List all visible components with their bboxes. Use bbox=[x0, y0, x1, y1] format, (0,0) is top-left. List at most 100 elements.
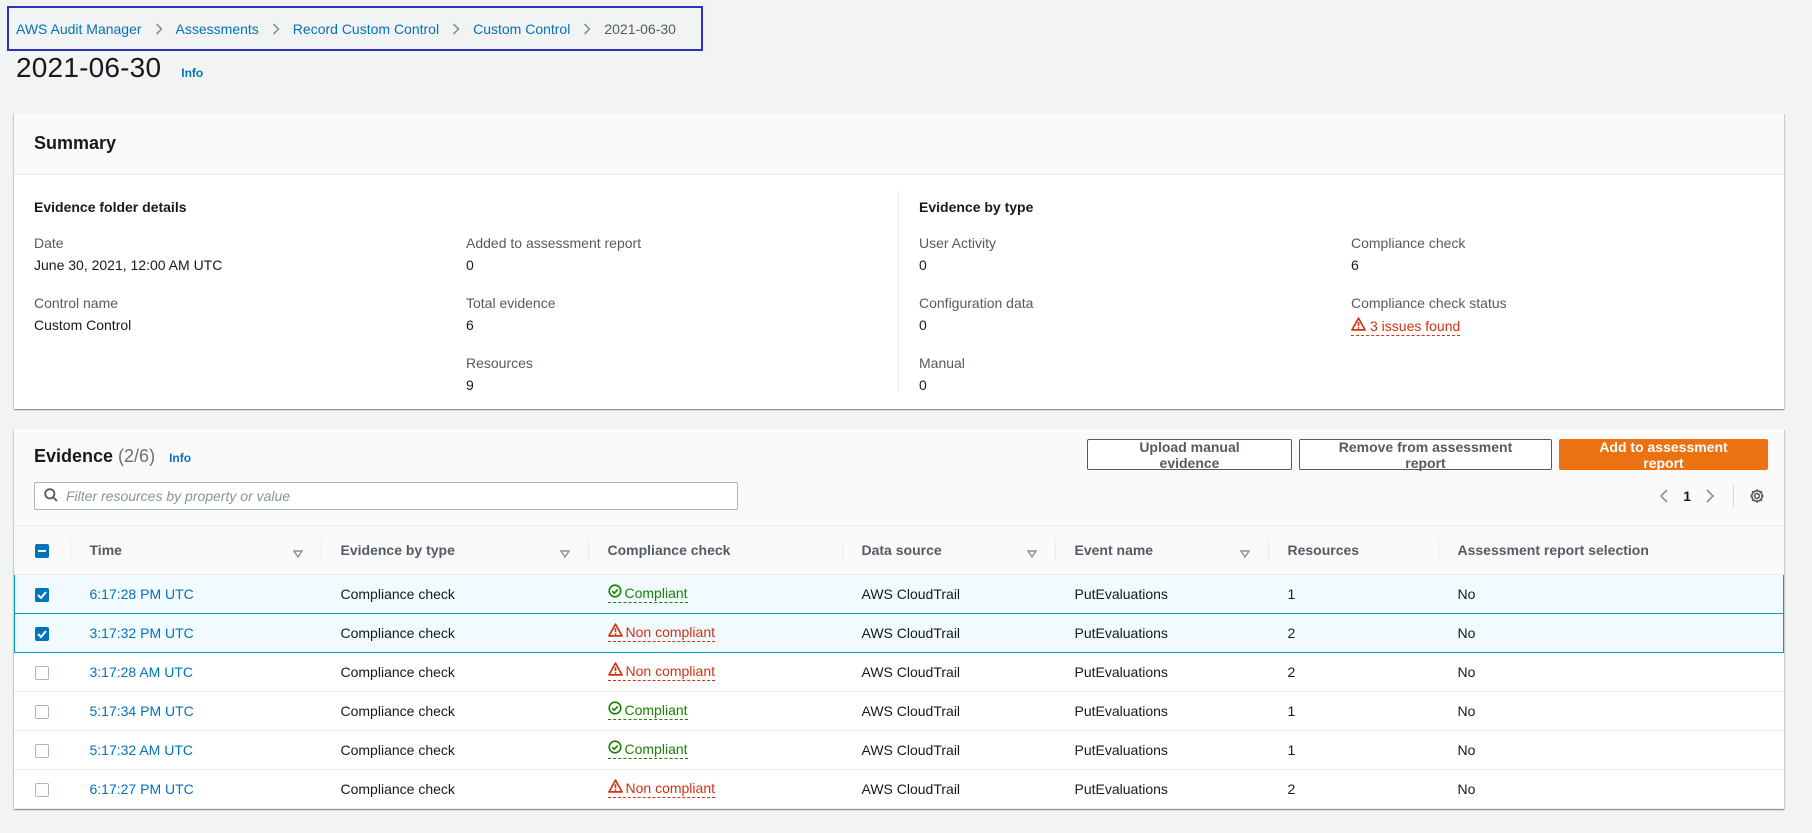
breadcrumb-audit-manager[interactable]: AWS Audit Manager bbox=[16, 21, 142, 37]
compliance-status[interactable]: Non compliant bbox=[607, 662, 715, 681]
column-data-source[interactable]: Data source bbox=[841, 526, 1055, 575]
table-row[interactable]: 5:17:32 AM UTC Compliance check Compliant A… bbox=[14, 730, 1784, 770]
settings-gear-icon[interactable] bbox=[1744, 485, 1770, 507]
resources-cell: 2 bbox=[1267, 652, 1438, 692]
evidence-title: Evidence bbox=[34, 446, 114, 466]
evidence-time-link[interactable]: 3:17:32 PM UTC bbox=[90, 625, 194, 641]
compliance-cell: Compliant bbox=[587, 730, 842, 770]
compliance-cell: Non compliant bbox=[587, 652, 842, 692]
sort-caret-icon[interactable] bbox=[292, 545, 303, 561]
data-source-cell: AWS CloudTrail bbox=[841, 652, 1055, 692]
compliance-status[interactable]: Compliant bbox=[607, 584, 688, 603]
compliance-status-text: Non compliant bbox=[625, 779, 716, 796]
evidence-info-link[interactable]: Info bbox=[169, 451, 191, 465]
breadcrumb: AWS Audit Manager Assessments Record Cus… bbox=[7, 6, 703, 51]
evidence-count: (2/6) bbox=[118, 446, 156, 466]
compliance-check-field: Compliance check 6 bbox=[1351, 235, 1465, 273]
column-data-source-label: Data source bbox=[861, 541, 942, 558]
evidence-time-link[interactable]: 6:17:28 PM UTC bbox=[90, 586, 194, 602]
chevron-right-icon bbox=[272, 22, 280, 35]
select-all-checkbox[interactable] bbox=[34, 543, 49, 558]
evidence-time-link[interactable]: 3:17:28 AM UTC bbox=[90, 664, 194, 680]
check-circle-icon bbox=[607, 584, 625, 601]
evidence-time-link[interactable]: 5:17:32 AM UTC bbox=[90, 742, 194, 758]
control-name-value: Custom Control bbox=[34, 317, 132, 333]
configuration-data-value: 0 bbox=[919, 317, 927, 333]
info-link[interactable]: Info bbox=[181, 66, 203, 80]
column-evidence-type[interactable]: Evidence by type bbox=[320, 526, 588, 575]
breadcrumb-control[interactable]: Custom Control bbox=[473, 21, 570, 37]
data-source-cell: AWS CloudTrail bbox=[841, 691, 1055, 731]
row-checkbox[interactable] bbox=[35, 587, 49, 602]
evidence-time-link[interactable]: 6:17:27 PM UTC bbox=[90, 781, 194, 797]
report-selection-cell: No bbox=[1437, 652, 1784, 692]
compliance-cell: Non compliant bbox=[587, 612, 842, 653]
compliance-check-value: 6 bbox=[1351, 257, 1359, 273]
sort-caret-icon[interactable] bbox=[1026, 545, 1037, 561]
data-source-cell: AWS CloudTrail bbox=[841, 730, 1055, 770]
next-page-button[interactable] bbox=[1697, 485, 1723, 507]
column-time[interactable]: Time bbox=[69, 526, 321, 575]
breadcrumb-assessment[interactable]: Record Custom Control bbox=[293, 21, 439, 37]
event-name-cell: PutEvaluations bbox=[1054, 730, 1268, 770]
date-field: Date June 30, 2021, 12:00 AM UTC bbox=[34, 235, 222, 273]
manual-label: Manual bbox=[919, 355, 965, 371]
row-checkbox[interactable] bbox=[34, 665, 49, 680]
warning-icon bbox=[607, 623, 626, 640]
compliance-status-text: Compliant bbox=[624, 740, 688, 757]
warning-icon bbox=[607, 779, 626, 796]
resources-value: 9 bbox=[466, 377, 474, 393]
row-checkbox[interactable] bbox=[34, 782, 49, 797]
row-checkbox[interactable] bbox=[34, 743, 49, 758]
upload-manual-evidence-button[interactable]: Upload manual evidence bbox=[1087, 439, 1292, 471]
column-report-selection-label: Assessment report selection bbox=[1457, 541, 1649, 558]
previous-page-button[interactable] bbox=[1651, 485, 1677, 507]
table-row[interactable]: 3:17:32 PM UTC Compliance check Non compli… bbox=[14, 612, 1784, 653]
added-to-report-value: 0 bbox=[466, 257, 474, 273]
compliance-status-text: Compliant bbox=[624, 584, 688, 601]
select-all-cell bbox=[14, 526, 70, 575]
user-activity-field: User Activity 0 bbox=[919, 235, 996, 273]
chevron-right-icon bbox=[452, 22, 460, 35]
breadcrumb-assessments[interactable]: Assessments bbox=[176, 21, 259, 37]
row-select-cell bbox=[14, 652, 70, 692]
compliance-status[interactable]: Compliant bbox=[607, 740, 688, 759]
add-to-report-button[interactable]: Add to assessment report bbox=[1559, 439, 1768, 471]
manual-value: 0 bbox=[919, 377, 927, 393]
table-row[interactable]: 6:17:27 PM UTC Compliance check Non compli… bbox=[14, 769, 1784, 809]
added-to-report-label: Added to assessment report bbox=[466, 235, 642, 251]
row-checkbox[interactable] bbox=[35, 626, 49, 641]
evidence-time-link[interactable]: 5:17:34 PM UTC bbox=[90, 703, 194, 719]
filter-input[interactable] bbox=[66, 484, 737, 508]
event-name-cell: PutEvaluations bbox=[1054, 612, 1268, 653]
sort-caret-icon[interactable] bbox=[559, 545, 570, 561]
check-circle-icon bbox=[607, 701, 625, 718]
table-row[interactable]: 3:17:28 AM UTC Compliance check Non compli… bbox=[14, 652, 1784, 692]
column-evidence-type-label: Evidence by type bbox=[340, 541, 455, 558]
row-select-cell bbox=[14, 573, 70, 614]
remove-from-report-button[interactable]: Remove from assessment report bbox=[1299, 439, 1552, 471]
issues-found-link[interactable]: 3 issues found bbox=[1351, 317, 1461, 336]
time-cell: 5:17:32 AM UTC bbox=[69, 730, 321, 770]
column-event-name[interactable]: Event name bbox=[1054, 526, 1268, 575]
column-event-name-label: Event name bbox=[1074, 541, 1154, 558]
manual-field: Manual 0 bbox=[919, 355, 965, 393]
summary-header: Summary bbox=[14, 113, 1784, 175]
table-row[interactable]: 5:17:34 PM UTC Compliance check Compliant A… bbox=[14, 691, 1784, 731]
compliance-status-field: Compliance check status 3 issues found bbox=[1351, 295, 1507, 336]
current-page[interactable]: 1 bbox=[1683, 488, 1691, 504]
compliance-status[interactable]: Compliant bbox=[607, 701, 688, 720]
row-select-cell bbox=[14, 691, 70, 731]
table-header-row: Time Evidence by type Compliance check D… bbox=[14, 526, 1784, 575]
sort-caret-icon[interactable] bbox=[1239, 545, 1250, 561]
row-checkbox[interactable] bbox=[34, 704, 49, 719]
time-cell: 6:17:27 PM UTC bbox=[69, 769, 321, 809]
compliance-status[interactable]: Non compliant bbox=[607, 779, 716, 798]
filter-box bbox=[34, 482, 738, 510]
resources-cell: 2 bbox=[1267, 769, 1438, 809]
column-compliance-check-label: Compliance check bbox=[607, 541, 731, 558]
resources-label: Resources bbox=[466, 355, 533, 371]
table-row[interactable]: 6:17:28 PM UTC Compliance check Compliant A… bbox=[14, 573, 1784, 614]
compliance-status[interactable]: Non compliant bbox=[607, 623, 715, 642]
issues-found-text: 3 issues found bbox=[1370, 317, 1461, 334]
